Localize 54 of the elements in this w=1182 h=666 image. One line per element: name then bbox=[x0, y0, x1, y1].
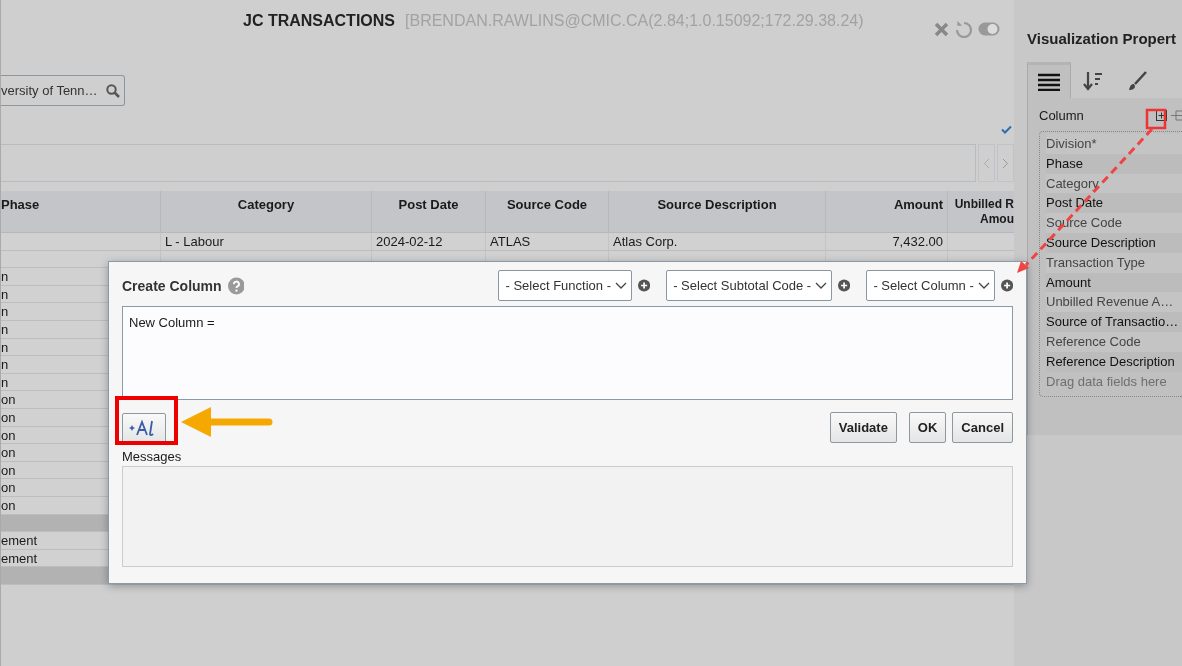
field-item[interactable]: Source Code bbox=[1046, 213, 1182, 233]
help-icon[interactable] bbox=[227, 276, 245, 295]
sort-icon bbox=[1083, 70, 1103, 91]
select-dropdown[interactable]: - Select Subtotal Code - bbox=[666, 270, 833, 301]
select-dropdown[interactable]: - Select Column - bbox=[866, 270, 995, 301]
table-cell: 7,432.00 bbox=[826, 233, 948, 251]
column-header[interactable]: Unbilled R Amou bbox=[948, 191, 1015, 233]
field-item[interactable]: Transaction Type bbox=[1046, 252, 1182, 273]
panel-tab[interactable] bbox=[1027, 62, 1071, 98]
search-icon[interactable] bbox=[106, 83, 120, 98]
field-item[interactable]: Reference Description bbox=[1046, 351, 1182, 372]
chevron-left-icon bbox=[983, 157, 990, 169]
add-icon[interactable] bbox=[637, 279, 651, 292]
list-icon bbox=[1038, 72, 1060, 91]
field-item[interactable]: Division* bbox=[1046, 134, 1182, 154]
field-item[interactable]: Post Date bbox=[1046, 193, 1182, 214]
add-column-icon[interactable] bbox=[1156, 110, 1167, 121]
highlight-frame bbox=[1145, 108, 1167, 130]
select-dropdown[interactable]: - Select Function - bbox=[498, 270, 632, 301]
chevron-down-icon bbox=[614, 281, 627, 290]
column-header[interactable]: Amount bbox=[826, 191, 948, 233]
column-header[interactable]: Category bbox=[161, 191, 372, 233]
drop-hint: Drag data fields here bbox=[1046, 372, 1168, 391]
search-field[interactable]: versity of Tenn… bbox=[1, 75, 125, 106]
toggle-switch[interactable] bbox=[978, 22, 1000, 36]
field-item[interactable]: Unbilled Revenue A… bbox=[1046, 292, 1182, 313]
column-header[interactable]: Source Code bbox=[486, 191, 609, 233]
table-cell: 2024-02-12 bbox=[372, 233, 486, 251]
check-icon bbox=[1001, 124, 1012, 134]
dialog-button[interactable]: Validate bbox=[829, 412, 897, 443]
table-cell: ATLAS bbox=[486, 233, 609, 251]
chevron-right-icon bbox=[1002, 157, 1009, 169]
ai-assist-button[interactable] bbox=[122, 412, 166, 443]
brush-icon bbox=[1127, 70, 1147, 91]
report-title: JC TRANSACTIONS bbox=[243, 12, 395, 30]
add-icon[interactable] bbox=[1000, 279, 1013, 292]
panel-title: Visualization Propert bbox=[1027, 30, 1177, 47]
chevron-down-icon bbox=[815, 281, 828, 290]
dialog-button[interactable]: Cancel bbox=[952, 412, 1013, 443]
column-header[interactable]: Post Date bbox=[372, 191, 486, 233]
dialog-button[interactable]: OK bbox=[908, 412, 947, 443]
hierarchy-icon[interactable] bbox=[1171, 110, 1182, 121]
table-cell: Atlas Corp. bbox=[609, 233, 826, 251]
column-header[interactable]: Phase bbox=[1, 191, 161, 233]
field-item[interactable]: Source of Transactio… bbox=[1046, 312, 1182, 332]
add-icon[interactable] bbox=[838, 279, 851, 292]
field-item[interactable]: Reference Code bbox=[1046, 331, 1182, 352]
field-item[interactable]: Amount bbox=[1046, 272, 1182, 293]
table-cell: L - Labour bbox=[161, 233, 372, 251]
highlight-frame bbox=[115, 396, 178, 445]
section-label: Column bbox=[1039, 108, 1084, 123]
chevron-down-icon bbox=[977, 281, 990, 290]
formula-field[interactable]: New Column = bbox=[122, 306, 1013, 400]
column-header[interactable]: Source Description bbox=[609, 191, 826, 233]
